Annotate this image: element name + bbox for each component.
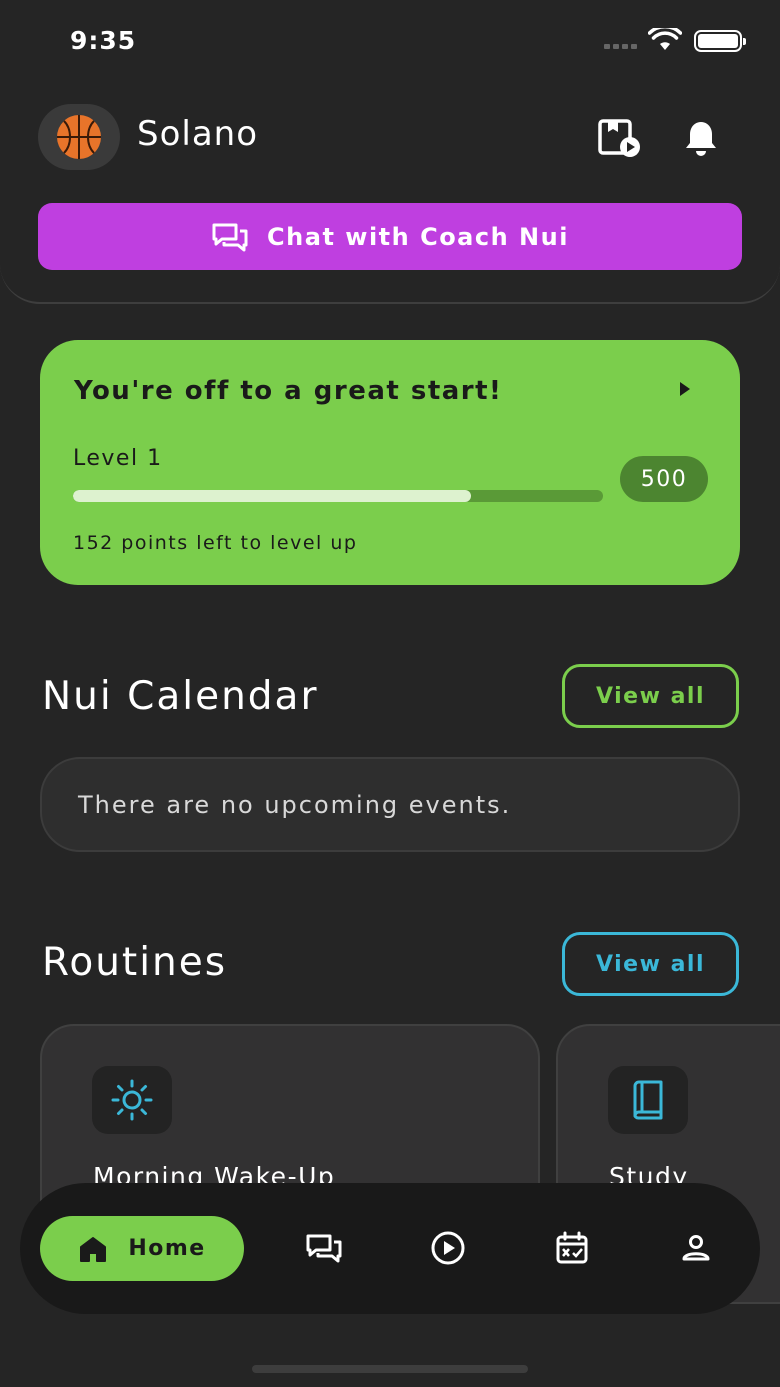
routine-icon-container xyxy=(92,1066,172,1134)
routines-section-title: Routines xyxy=(42,940,228,985)
basketball-icon xyxy=(57,115,101,159)
status-bar: 9:35 xyxy=(0,0,780,80)
username: Solano xyxy=(137,114,259,154)
wifi-icon xyxy=(648,28,682,50)
play-circle-icon xyxy=(431,1231,465,1265)
saved-videos-button[interactable] xyxy=(596,115,642,161)
coach-button-label: Chat with Coach Nui xyxy=(267,222,569,251)
bottom-navigation: Home xyxy=(20,1183,760,1314)
play-arrow-icon[interactable] xyxy=(680,382,690,396)
nav-chat-tab[interactable] xyxy=(304,1228,344,1268)
nav-calendar-tab[interactable] xyxy=(552,1228,592,1268)
book-icon xyxy=(633,1080,663,1120)
level-label: Level 1 xyxy=(73,446,163,471)
status-time: 9:35 xyxy=(70,26,137,55)
cellular-signal-icon xyxy=(604,44,637,49)
sun-icon xyxy=(111,1079,153,1121)
notifications-button[interactable] xyxy=(678,115,724,161)
nav-videos-tab[interactable] xyxy=(428,1228,468,1268)
level-progress-bar xyxy=(73,490,603,502)
chat-icon xyxy=(212,223,248,251)
routines-view-all-button[interactable]: View all xyxy=(562,932,739,996)
calendar-section-title: Nui Calendar xyxy=(42,674,319,719)
progress-headline: You're off to a great start! xyxy=(74,376,503,406)
nav-home-tab[interactable]: Home xyxy=(40,1216,244,1281)
points-badge: 500 xyxy=(620,456,708,502)
avatar[interactable] xyxy=(38,104,120,170)
nav-home-label: Home xyxy=(128,1236,206,1261)
battery-icon xyxy=(694,30,746,52)
bell-icon xyxy=(686,122,716,156)
no-events-message: There are no upcoming events. xyxy=(40,757,740,852)
routine-icon-container xyxy=(608,1066,688,1134)
home-indicator xyxy=(252,1365,528,1373)
home-icon xyxy=(80,1236,107,1262)
points-left-text: 152 points left to level up xyxy=(73,532,358,554)
nav-profile-tab[interactable] xyxy=(676,1228,716,1268)
level-progress-fill xyxy=(73,490,471,502)
saved-video-icon xyxy=(598,119,640,157)
level-progress-card[interactable]: You're off to a great start! Level 1 500… xyxy=(40,340,740,585)
calendar-view-all-button[interactable]: View all xyxy=(562,664,739,728)
calendar-icon xyxy=(556,1231,588,1264)
profile-icon xyxy=(682,1235,710,1261)
chat-icon xyxy=(306,1234,342,1263)
chat-with-coach-button[interactable]: Chat with Coach Nui xyxy=(38,203,742,270)
